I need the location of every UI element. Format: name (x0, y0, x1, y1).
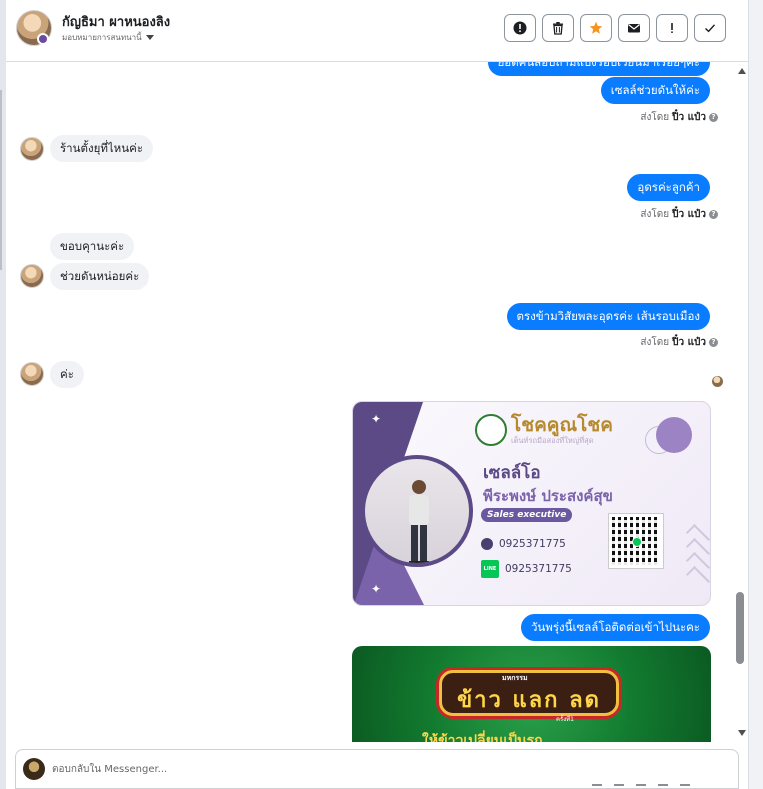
seen-indicator-avatar (712, 376, 723, 387)
thread-scrollbar[interactable] (734, 62, 748, 742)
message-outgoing[interactable]: ยอดคนสอบถามแบ่งรอบเวียนมาเรื่อยๆค่ะ (487, 62, 710, 76)
salesperson-full-name: พีระพงษ์ ประสงค์สุข (483, 487, 613, 505)
sparkle-icon: ✦ (371, 582, 382, 596)
contact-avatar-small[interactable] (20, 362, 44, 386)
check-icon (705, 24, 716, 33)
phone-row: 0925371775 (481, 538, 566, 550)
message-incoming[interactable]: ขอบคุานะค่ะ (50, 233, 135, 260)
mark-unread-button[interactable] (618, 14, 650, 42)
left-edge-divider (0, 90, 2, 270)
contact-avatar-small[interactable] (20, 264, 44, 288)
help-icon[interactable]: ? (709, 210, 718, 219)
qr-code (608, 513, 664, 569)
alert-circle-icon (513, 21, 527, 35)
phone-number: 0925371775 (499, 538, 566, 550)
sent-by-prefix: ส่งโดย (640, 112, 670, 123)
business-card-image[interactable]: ✦ ✦ โชคคูณโชค เต็นท์รถมือสองที่ใหญ่ที่สุ… (352, 401, 711, 606)
message-outgoing[interactable]: เซลล์ช่วยดันให้ค่ะ (600, 77, 710, 104)
help-icon[interactable]: ? (709, 338, 718, 347)
salesperson-nickname: เซลล์โอ (483, 463, 541, 483)
conversation-panel: กัญธิมา ผาหนองลิง มอบหมายการสนทนานี้ ยอด… (6, 0, 748, 789)
salesperson-role: Sales executive (481, 508, 573, 522)
exclamation-icon (671, 23, 673, 33)
composer-toolbar (592, 784, 690, 788)
sent-by-prefix: ส่งโดย (640, 337, 670, 348)
caret-down-icon (145, 35, 154, 40)
mark-done-button[interactable] (694, 14, 726, 42)
composer-tool-icon[interactable] (614, 784, 624, 788)
platform-badge (37, 33, 49, 45)
assign-label: มอบหมายการสนทนานี้ (62, 33, 142, 42)
message-incoming[interactable]: ค่ะ (50, 361, 84, 388)
envelope-icon (628, 24, 640, 33)
sent-by-label: ส่งโดย ปิ๋ว แป๋ว ? (640, 207, 718, 222)
reply-composer (15, 749, 739, 789)
trash-icon (553, 22, 563, 35)
company-logo (475, 414, 507, 446)
follow-up-button[interactable] (656, 14, 688, 42)
company-tagline: เต็นท์รถมือสองที่ใหญ่ที่สุด (511, 436, 594, 445)
promo-sub-label: ครั้งที่1 (556, 716, 574, 723)
message-outgoing[interactable]: อุดรค่ะลูกค้า (627, 174, 710, 201)
promo-bottom-text: ให้ข้าวเปลี่ยนเป็นรถ (422, 733, 543, 742)
message-outgoing[interactable]: วันพรุ่งนี้เซลล์โอติดต่อเข้าไปนะคะ (520, 614, 710, 641)
contact-avatar-small[interactable] (20, 137, 44, 161)
promo-headline: ข้าว แลก ลด (457, 688, 601, 713)
sender-name[interactable]: ปิ๋ว แป๋ว (672, 207, 706, 222)
composer-tool-icon[interactable] (658, 784, 668, 788)
star-button[interactable] (580, 14, 612, 42)
scrollbar-thumb[interactable] (736, 592, 744, 664)
sent-by-prefix: ส่งโดย (640, 209, 670, 220)
line-id: 0925371775 (505, 563, 572, 575)
line-row: LINE 0925371775 (481, 560, 572, 578)
person-figure (409, 480, 429, 563)
message-outgoing[interactable]: ตรงข้ามวิสัยพละอุดรค่ะ เส้นรอบเมือง (506, 303, 710, 330)
scroll-down-icon[interactable] (738, 730, 746, 736)
message-incoming[interactable]: ช่วยดันหน่อยค่ะ (50, 263, 150, 290)
composer-tool-icon[interactable] (680, 784, 690, 788)
salesperson-photo (361, 455, 473, 567)
card-decor-circle (656, 417, 692, 453)
phone-icon (481, 538, 493, 550)
scroll-up-icon[interactable] (738, 68, 746, 74)
sent-by-label: ส่งโดย ปิ๋ว แป๋ว ? (640, 110, 718, 125)
sender-name[interactable]: ปิ๋ว แป๋ว (672, 335, 706, 350)
conversation-header: กัญธิมา ผาหนองลิง มอบหมายการสนทนานี้ (6, 0, 748, 62)
line-logo-icon (632, 537, 642, 547)
star-icon (589, 21, 603, 34)
message-incoming[interactable]: ร้านตั้งยุที่ไหนค่ะ (50, 135, 153, 162)
right-side-panel (748, 0, 763, 789)
contact-name[interactable]: กัญธิมา ผาหนองลิง (62, 11, 170, 32)
composer-tool-icon[interactable] (636, 784, 646, 788)
reply-input[interactable] (52, 758, 652, 780)
mark-spam-button[interactable] (504, 14, 536, 42)
sender-name[interactable]: ปิ๋ว แป๋ว (672, 110, 706, 125)
assign-conversation-dropdown[interactable]: มอบหมายการสนทนานี้ (62, 31, 154, 44)
sparkle-icon: ✦ (371, 412, 382, 426)
line-icon: LINE (481, 560, 499, 578)
promo-image[interactable]: มหกรรม ข้าว แลก ลด ครั้งที่1 ให้ข้าวเปลี… (352, 646, 711, 742)
contact-avatar[interactable] (16, 10, 52, 46)
page-avatar (23, 758, 45, 780)
delete-button[interactable] (542, 14, 574, 42)
help-icon[interactable]: ? (709, 113, 718, 122)
sent-by-label: ส่งโดย ปิ๋ว แป๋ว ? (640, 335, 718, 350)
composer-tool-icon[interactable] (592, 784, 602, 788)
header-toolbar (504, 14, 726, 42)
message-thread[interactable]: ยอดคนสอบถามแบ่งรอบเวียนมาเรื่อยๆค่ะ เซลล… (6, 62, 748, 742)
